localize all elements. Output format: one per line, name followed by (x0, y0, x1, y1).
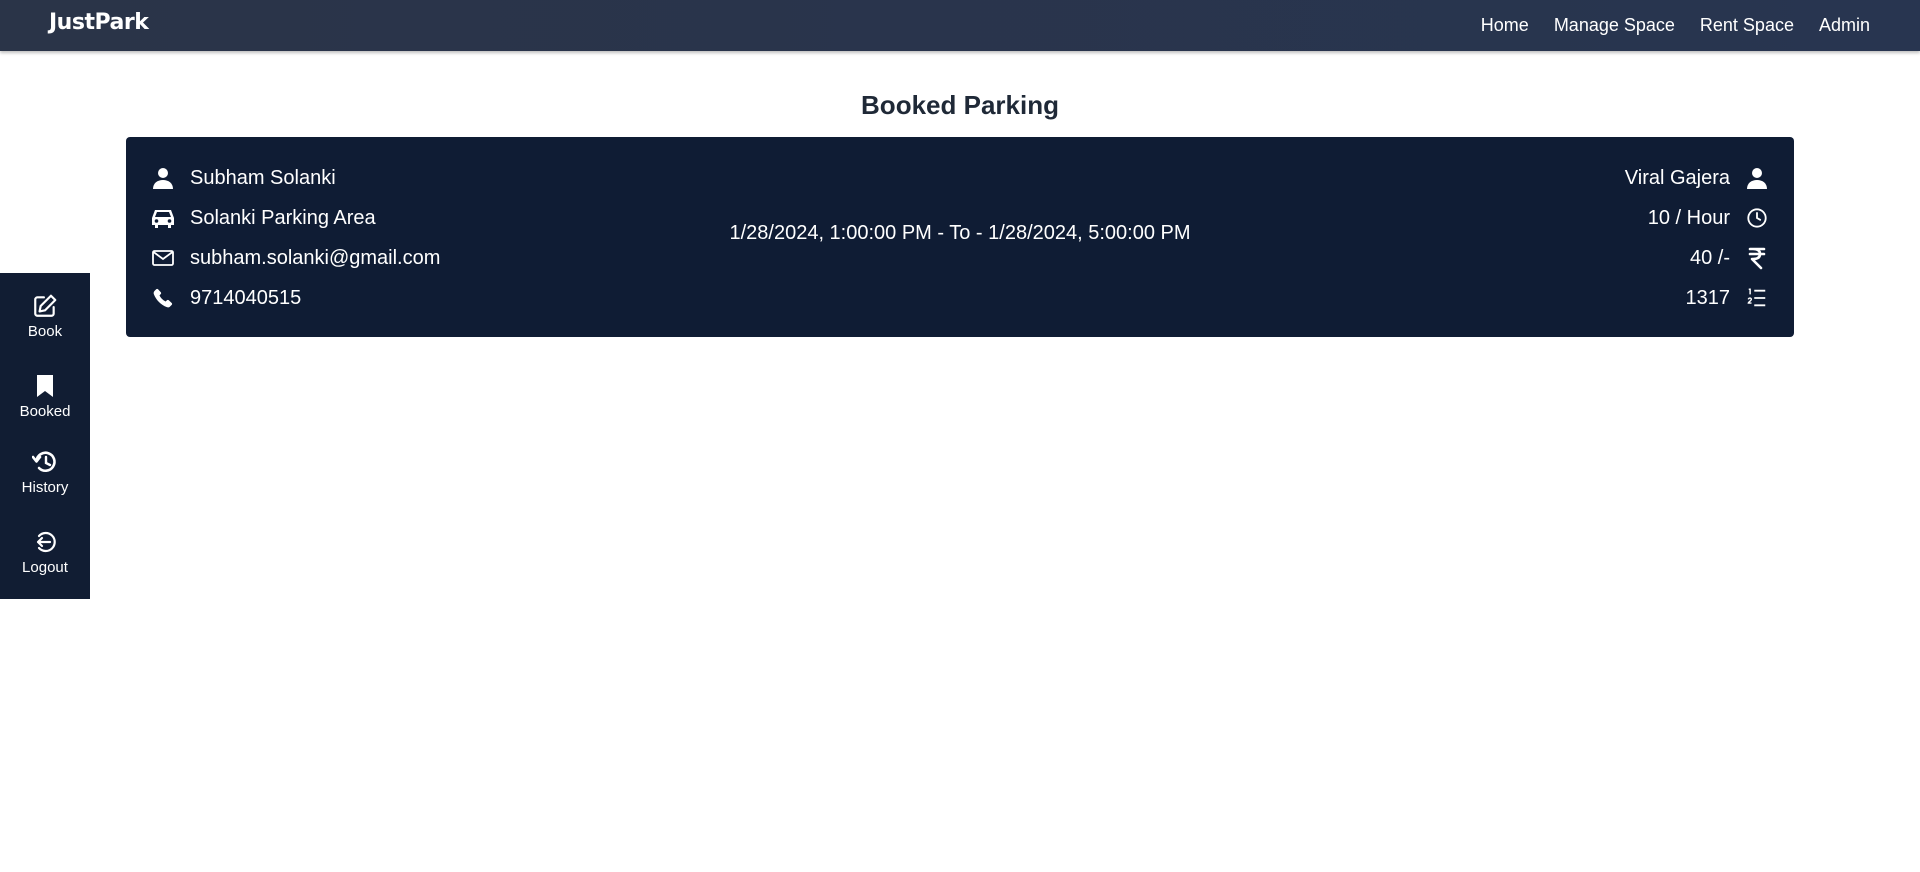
sidebar-item-book[interactable]: Book (0, 293, 90, 340)
customer-name-row: Subham Solanki (150, 163, 336, 193)
sidebar-item-history[interactable]: History (0, 449, 90, 496)
nav-admin-link[interactable]: Admin (1819, 15, 1870, 36)
brand-logo[interactable]: JustPark (49, 10, 149, 35)
edit-icon (32, 293, 58, 319)
customer-phone: 9714040515 (190, 286, 302, 309)
sidebar-item-label: History (21, 479, 69, 496)
parking-rate: 10 / Hour (1647, 206, 1730, 229)
sidebar: Book Booked History Logout (0, 273, 90, 599)
sidebar-item-label: Booked (19, 403, 71, 420)
amount-row: 40 /- (1690, 243, 1770, 273)
main-nav: Home Manage Space Rent Space Admin (1481, 0, 1870, 51)
nav-rent-space-link[interactable]: Rent Space (1700, 15, 1794, 36)
envelope-icon (150, 245, 176, 271)
sidebar-item-label: Logout (22, 559, 68, 576)
top-navbar: JustPark Home Manage Space Rent Space Ad… (0, 0, 1920, 51)
owner-name: Viral Gajera (1624, 166, 1730, 189)
phone-icon (150, 285, 176, 311)
sidebar-item-booked[interactable]: Booked (0, 373, 90, 420)
bookmark-icon (32, 373, 58, 399)
numbered-list-icon (1744, 285, 1770, 311)
booking-amount: 40 /- (1689, 246, 1730, 269)
sidebar-item-logout[interactable]: Logout (0, 529, 90, 576)
sidebar-item-label: Book (27, 323, 63, 340)
booking-time-range: 1/28/2024, 1:00:00 PM - To - 1/28/2024, … (729, 222, 1191, 244)
nav-home-link[interactable]: Home (1481, 15, 1529, 36)
page-title: Booked Parking (861, 90, 1059, 120)
rate-row: 10 / Hour (1648, 203, 1770, 233)
nav-manage-space-link[interactable]: Manage Space (1554, 15, 1675, 36)
history-icon (32, 449, 58, 475)
logout-icon (32, 529, 58, 555)
customer-email: subham.solanki@gmail.com (190, 246, 441, 269)
rupee-icon (1744, 245, 1770, 271)
phone-row: 9714040515 (150, 283, 301, 313)
booking-number: 1317 (1685, 286, 1731, 309)
owner-name-row: Viral Gajera (1625, 163, 1770, 193)
user-icon (150, 165, 176, 191)
clock-icon (1744, 205, 1770, 231)
customer-name: Subham Solanki (190, 166, 336, 189)
user-icon (1744, 165, 1770, 191)
booking-number-row: 1317 (1686, 283, 1771, 313)
booking-card: Subham Solanki Solanki Parking Area subh… (126, 137, 1794, 337)
email-row: subham.solanki@gmail.com (150, 243, 440, 273)
